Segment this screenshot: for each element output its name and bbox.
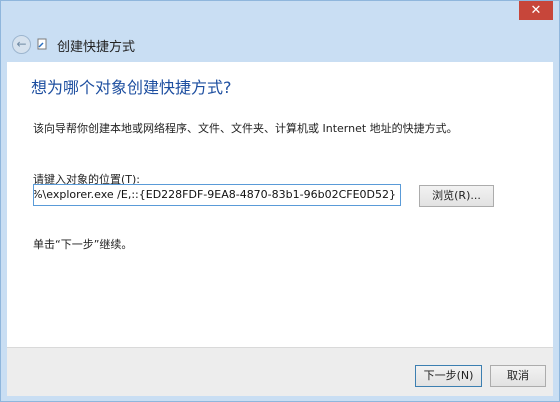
next-button[interactable]: 下一步(N) xyxy=(415,365,482,387)
continue-hint: 单击“下一步”继续。 xyxy=(33,238,133,251)
cancel-button[interactable]: 取消 xyxy=(490,365,546,387)
back-button[interactable]: ← xyxy=(12,35,31,54)
wizard-footer: 下一步(N) 取消 xyxy=(7,347,553,396)
browse-button[interactable]: 浏览(R)... xyxy=(419,185,494,207)
back-arrow-icon: ← xyxy=(16,37,27,51)
wizard-window: ✕ ← 创建快捷方式 想为哪个对象创建快捷方式? 该向导帮你创建本地或网络程序、… xyxy=(0,0,560,402)
location-input[interactable]: %SystemRoot%\explorer.exe /E,::{ED228FDF… xyxy=(33,184,401,206)
close-icon: ✕ xyxy=(530,3,542,18)
wizard-content: 想为哪个对象创建快捷方式? 该向导帮你创建本地或网络程序、文件、文件夹、计算机或… xyxy=(7,62,553,347)
shortcut-wizard-icon xyxy=(37,38,47,50)
close-button[interactable]: ✕ xyxy=(519,1,553,20)
wizard-title: 创建快捷方式 xyxy=(57,40,136,55)
page-heading: 想为哪个对象创建快捷方式? xyxy=(31,78,232,97)
page-description: 该向导帮你创建本地或网络程序、文件、文件夹、计算机或 Internet 地址的快… xyxy=(33,122,458,135)
wizard-titlebar: ← 创建快捷方式 xyxy=(1,25,559,61)
location-input-value: %SystemRoot%\explorer.exe /E,::{ED228FDF… xyxy=(33,188,396,201)
